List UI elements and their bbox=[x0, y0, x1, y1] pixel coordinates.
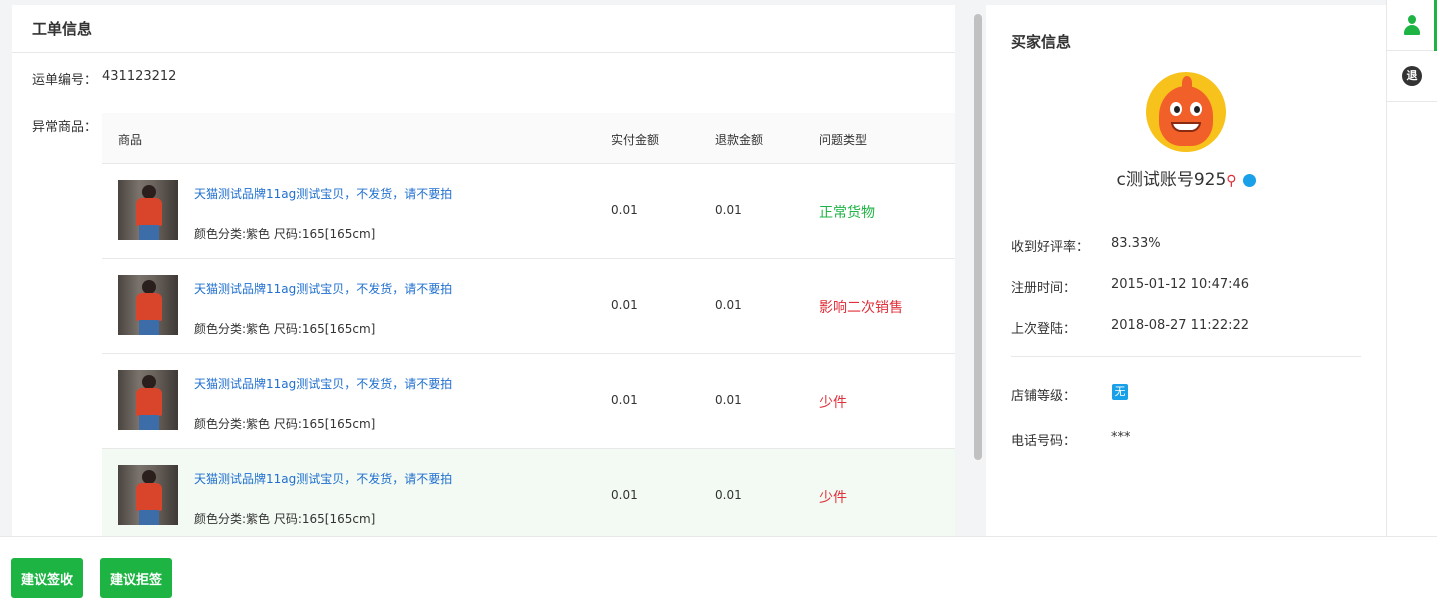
issue-type: 影响二次销售 bbox=[819, 300, 903, 316]
issue-type: 正常货物 bbox=[819, 205, 875, 221]
product-thumbnail[interactable] bbox=[118, 275, 178, 335]
shop-level-label: 店铺等级： bbox=[1011, 389, 1077, 404]
product-sku: 颜色分类:紫色 尺码:165[165cm] bbox=[194, 322, 376, 336]
paid-amount: 0.01 bbox=[611, 298, 638, 312]
table-row: 天猫测试品牌11ag测试宝贝，不发货，请不要拍 颜色分类:紫色 尺码:165[1… bbox=[102, 259, 955, 354]
register-time-label: 注册时间： bbox=[1011, 281, 1077, 296]
refund-amount: 0.01 bbox=[715, 488, 742, 502]
refund-amount: 0.01 bbox=[715, 298, 742, 312]
paid-amount: 0.01 bbox=[611, 488, 638, 502]
action-footer: 建议签收 建议拒签 bbox=[0, 536, 1437, 606]
table-row: 天猫测试品牌11ag测试宝贝，不发货，请不要拍 颜色分类:紫色 尺码:165[1… bbox=[102, 164, 955, 259]
table-header: 商品 实付金额 退款金额 问题类型 bbox=[102, 113, 955, 164]
refund-icon: 退 bbox=[1402, 66, 1422, 86]
member-badge-icon bbox=[1242, 173, 1256, 187]
last-login-label: 上次登陆： bbox=[1011, 322, 1077, 337]
abnormal-goods-table: 商品 实付金额 退款金额 问题类型 天猫测试品牌11ag测试宝贝，不发货，请不要… bbox=[102, 113, 955, 536]
divider bbox=[1011, 356, 1361, 357]
issue-type: 少件 bbox=[819, 395, 847, 411]
product-thumbnail[interactable] bbox=[118, 370, 178, 430]
product-link[interactable]: 天猫测试品牌11ag测试宝贝，不发货，请不要拍 bbox=[194, 185, 452, 202]
suggest-reject-button[interactable]: 建议拒签 bbox=[100, 558, 173, 598]
refund-amount: 0.01 bbox=[715, 393, 742, 407]
buyer-title: 买家信息 bbox=[1011, 33, 1072, 51]
product-sku: 颜色分类:紫色 尺码:165[165cm] bbox=[194, 227, 376, 241]
scrollbar-thumb[interactable] bbox=[974, 14, 982, 460]
table-row: 天猫测试品牌11ag测试宝贝，不发货，请不要拍 颜色分类:紫色 尺码:165[1… bbox=[102, 354, 955, 449]
refund-amount: 0.01 bbox=[715, 203, 742, 217]
work-order-title: 工单信息 bbox=[12, 5, 955, 53]
avatar bbox=[1146, 72, 1226, 152]
key-icon: ⚲ bbox=[1226, 173, 1237, 189]
product-thumbnail[interactable] bbox=[118, 465, 178, 525]
good-rate-value: 83.33% bbox=[1111, 236, 1161, 251]
product-sku: 颜色分类:紫色 尺码:165[165cm] bbox=[194, 512, 376, 526]
last-login-value: 2018-08-27 11:22:22 bbox=[1111, 318, 1250, 333]
shop-level-badge: 无 bbox=[1112, 384, 1128, 400]
buyer-name: c测试账号925 bbox=[1116, 170, 1227, 190]
abnormal-goods-label: 异常商品： bbox=[32, 120, 98, 135]
product-thumbnail[interactable] bbox=[118, 180, 178, 240]
product-link[interactable]: 天猫测试品牌11ag测试宝贝，不发货，请不要拍 bbox=[194, 470, 452, 487]
column-paid: 实付金额 bbox=[611, 133, 660, 147]
column-issue: 问题类型 bbox=[819, 133, 868, 147]
waybill-value: 431123212 bbox=[102, 69, 177, 84]
good-rate-label: 收到好评率： bbox=[1011, 240, 1090, 255]
paid-amount: 0.01 bbox=[611, 393, 638, 407]
buyer-name-row: c测试账号925⚲ bbox=[986, 165, 1386, 190]
table-row: 天猫测试品牌11ag测试宝贝，不发货，请不要拍 颜色分类:紫色 尺码:165[1… bbox=[102, 449, 955, 536]
column-refund: 退款金额 bbox=[715, 133, 764, 147]
tab-buyer-info[interactable] bbox=[1387, 0, 1437, 51]
product-link[interactable]: 天猫测试品牌11ag测试宝贝，不发货，请不要拍 bbox=[194, 280, 452, 297]
side-tabs: 退 bbox=[1386, 0, 1437, 536]
tab-refund[interactable]: 退 bbox=[1387, 51, 1437, 102]
phone-value: *** bbox=[1111, 430, 1131, 445]
waybill-label: 运单编号： bbox=[32, 73, 98, 88]
product-sku: 颜色分类:紫色 尺码:165[165cm] bbox=[194, 417, 376, 431]
person-icon bbox=[1404, 15, 1420, 35]
register-time-value: 2015-01-12 10:47:46 bbox=[1111, 277, 1250, 292]
suggest-sign-button[interactable]: 建议签收 bbox=[11, 558, 84, 598]
paid-amount: 0.01 bbox=[611, 203, 638, 217]
column-product: 商品 bbox=[118, 133, 143, 147]
issue-type: 少件 bbox=[819, 490, 847, 506]
buyer-panel: 买家信息 c测试账号925⚲ 收到好评率： 83.33% 注册时间： 2015-… bbox=[986, 5, 1386, 536]
product-link[interactable]: 天猫测试品牌11ag测试宝贝，不发货，请不要拍 bbox=[194, 375, 452, 392]
phone-label: 电话号码： bbox=[1011, 434, 1077, 449]
work-order-panel: 工单信息 运单编号： 431123212 异常商品： 商品 实付金额 退款金额 … bbox=[12, 5, 955, 536]
